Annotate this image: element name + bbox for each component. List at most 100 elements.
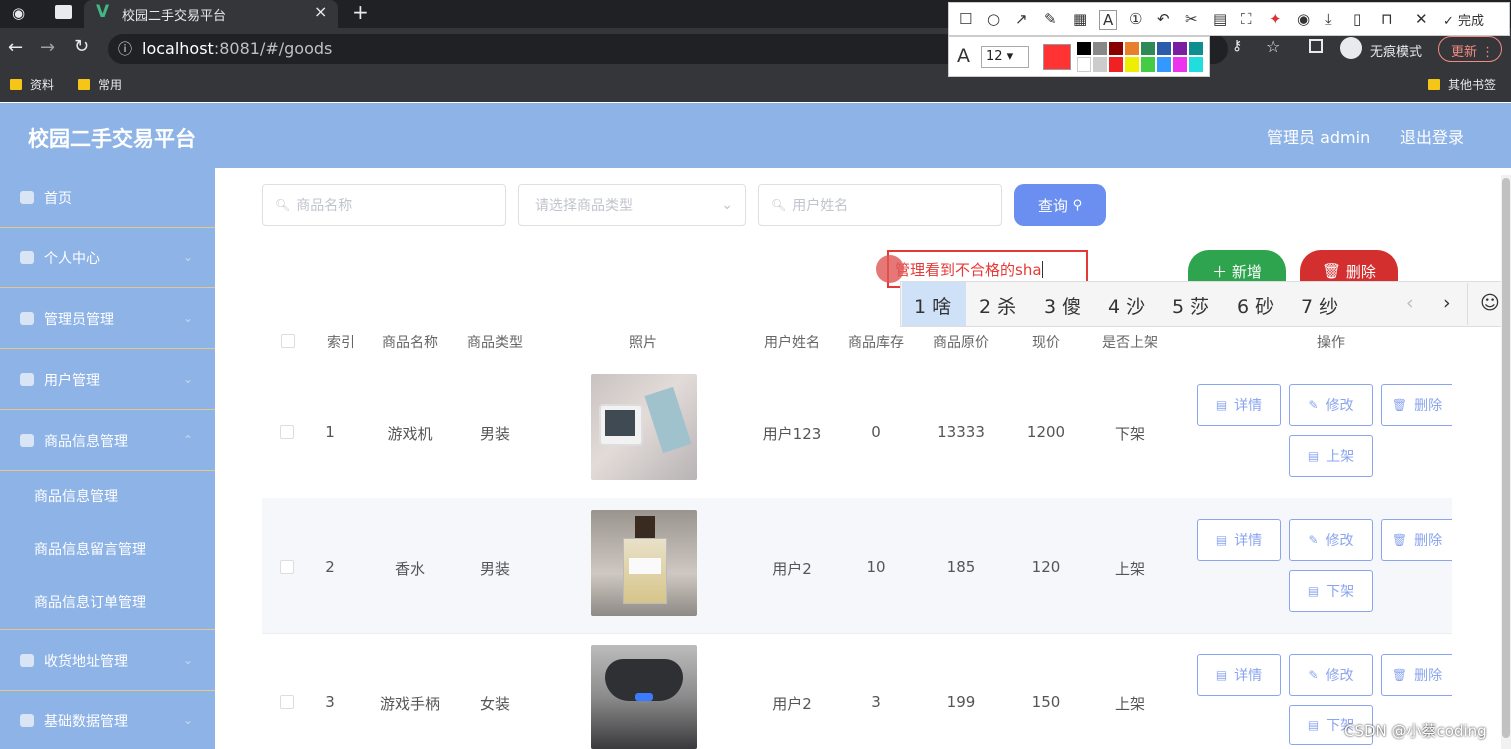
done-button[interactable]: ✓ 完成: [1443, 10, 1484, 29]
cell-orig: 185: [946, 558, 976, 576]
ime-candidate[interactable]: 3 傻: [1044, 292, 1081, 319]
swatch[interactable]: [1141, 42, 1155, 55]
other-bookmarks[interactable]: 其他书签: [1428, 76, 1496, 93]
swatch[interactable]: [1109, 42, 1123, 55]
swatch[interactable]: [1125, 42, 1139, 55]
number-tool-icon[interactable]: ①: [1129, 10, 1142, 28]
bookmark-tool-icon[interactable]: ⊓: [1381, 10, 1393, 28]
new-tab-icon[interactable]: +: [352, 0, 369, 24]
record-icon[interactable]: ◉: [1297, 10, 1310, 28]
swatch[interactable]: [1141, 57, 1155, 72]
table-row: 2 香水 男装 用户2 10 185 120 上架 ▤ 详情 ✎ 修改 🗑︎ 删除 ▤…: [262, 499, 1452, 633]
swatch[interactable]: [1157, 57, 1171, 72]
swatch[interactable]: [1157, 42, 1171, 55]
forward-icon[interactable]: →: [40, 37, 55, 58]
phone-icon[interactable]: ▯: [1353, 10, 1361, 28]
edit-button[interactable]: ✎ 修改: [1289, 384, 1373, 426]
swatch[interactable]: [1093, 42, 1107, 55]
edit-button[interactable]: ✎ 修改: [1289, 519, 1373, 561]
swatch[interactable]: [1077, 42, 1091, 55]
delete-button[interactable]: 🗑︎ 删除: [1381, 654, 1452, 696]
bookmark-folder-1[interactable]: 资料: [10, 76, 54, 93]
color-palette[interactable]: [1077, 42, 1205, 72]
download-icon[interactable]: ⤓: [1325, 10, 1332, 28]
row-checkbox[interactable]: [280, 560, 294, 574]
select-all-checkbox[interactable]: [281, 334, 295, 348]
font-size-select[interactable]: 12 ▾: [981, 46, 1029, 68]
swatch[interactable]: [1077, 57, 1091, 72]
placeholder: 商品名称: [296, 198, 353, 214]
incognito-label: 无痕模式: [1370, 45, 1423, 60]
cell-price: 120: [1031, 558, 1061, 576]
toggle-shelf-button[interactable]: ▤ 上架: [1289, 435, 1373, 477]
arrow-tool-icon[interactable]: ↗: [1015, 10, 1028, 28]
ime-next-icon[interactable]: ›: [1443, 292, 1451, 314]
site-info-icon[interactable]: ⓘ: [118, 39, 132, 59]
scan-icon[interactable]: ⛶: [1241, 10, 1252, 28]
detail-button[interactable]: ▤ 详情: [1197, 654, 1281, 696]
ime-candidate[interactable]: 7 纱: [1301, 292, 1338, 319]
col-status: 是否上架: [1102, 335, 1158, 351]
text-tool-icon[interactable]: A: [1099, 10, 1118, 30]
query-button[interactable]: 查询 ⚲: [1014, 184, 1106, 226]
button-label: 详情: [1234, 668, 1263, 684]
mosaic-tool-icon[interactable]: ▦: [1073, 10, 1087, 28]
button-label: 删除: [1414, 533, 1443, 549]
circle-tool-icon[interactable]: ○: [987, 10, 1000, 28]
delete-button[interactable]: 🗑︎ 删除: [1381, 384, 1452, 426]
submenu-goods-comments[interactable]: 商品信息留言管理: [34, 539, 146, 559]
sidebar-item-users[interactable]: 用户管理 ⌄: [0, 350, 215, 410]
bookmark-folder-2[interactable]: 常用: [78, 76, 122, 93]
sidepanel-icon[interactable]: [1309, 39, 1323, 53]
cut-icon[interactable]: ✂: [1185, 10, 1198, 28]
swatch[interactable]: [1189, 57, 1203, 72]
ime-prev-icon[interactable]: ‹: [1406, 292, 1414, 314]
swatch[interactable]: [1093, 57, 1107, 72]
ime-candidate[interactable]: 5 莎: [1172, 292, 1209, 319]
ime-candidate[interactable]: 4 沙: [1108, 292, 1145, 319]
detail-button[interactable]: ▤ 详情: [1197, 384, 1281, 426]
delete-button[interactable]: 🗑︎ 删除: [1381, 519, 1452, 561]
tab-close-icon[interactable]: ×: [314, 2, 327, 21]
sidebar-item-profile[interactable]: 个人中心 ⌄: [0, 228, 215, 288]
row-checkbox[interactable]: [280, 425, 294, 439]
detail-button[interactable]: ▤ 详情: [1197, 519, 1281, 561]
emoji-icon[interactable]: ☺: [1480, 292, 1500, 314]
rect-tool-icon[interactable]: ☐: [959, 10, 972, 28]
key-icon[interactable]: ⚷: [1232, 38, 1242, 54]
back-icon[interactable]: ←: [8, 37, 23, 58]
translate-icon[interactable]: ▤: [1213, 10, 1227, 28]
sidebar-item-admins[interactable]: 管理员管理 ⌄: [0, 289, 215, 349]
goods-type-select[interactable]: 请选择商品类型 ⌄: [518, 184, 746, 226]
swatch[interactable]: [1109, 57, 1123, 72]
toggle-shelf-button[interactable]: ▤ 下架: [1289, 570, 1373, 612]
ime-candidate[interactable]: 1 啥: [914, 292, 951, 319]
ime-candidate[interactable]: 6 砂: [1237, 292, 1274, 319]
update-button[interactable]: 更新 ⋮: [1438, 36, 1502, 62]
goods-name-search-input[interactable]: 🔍︎ 商品名称: [262, 184, 506, 226]
swatch[interactable]: [1173, 42, 1187, 55]
edit-button[interactable]: ✎ 修改: [1289, 654, 1373, 696]
star-icon[interactable]: ☆: [1266, 37, 1280, 56]
current-color-swatch[interactable]: [1043, 44, 1071, 70]
sidebar-item-home[interactable]: 首页: [0, 168, 215, 228]
row-checkbox[interactable]: [280, 695, 294, 709]
close-tool-icon[interactable]: ✕: [1415, 10, 1428, 28]
username-search-input[interactable]: 🔍︎ 用户姓名: [758, 184, 1002, 226]
submenu-goods-orders[interactable]: 商品信息订单管理: [34, 592, 146, 612]
submenu-goods[interactable]: 商品信息管理: [34, 486, 118, 506]
pen-tool-icon[interactable]: ✎: [1044, 10, 1057, 28]
sidebar-item-address[interactable]: 收货地址管理 ⌄: [0, 631, 215, 691]
swatch[interactable]: [1125, 57, 1139, 72]
pin-icon[interactable]: ✦: [1269, 10, 1282, 28]
reload-icon[interactable]: ↻: [74, 36, 89, 57]
swatch[interactable]: [1189, 42, 1203, 55]
sidebar-item-basedata[interactable]: 基础数据管理 ⌄: [0, 691, 215, 749]
sidebar-item-goods[interactable]: 商品信息管理 ⌃: [0, 411, 215, 471]
scrollbar-thumb[interactable]: [1502, 178, 1510, 738]
ime-candidate[interactable]: 2 杀: [979, 292, 1016, 319]
swatch[interactable]: [1173, 57, 1187, 72]
trash-icon: 🗑︎: [1391, 533, 1408, 547]
undo-icon[interactable]: ↶: [1157, 10, 1170, 28]
logout-link[interactable]: 退出登录: [1400, 124, 1464, 148]
